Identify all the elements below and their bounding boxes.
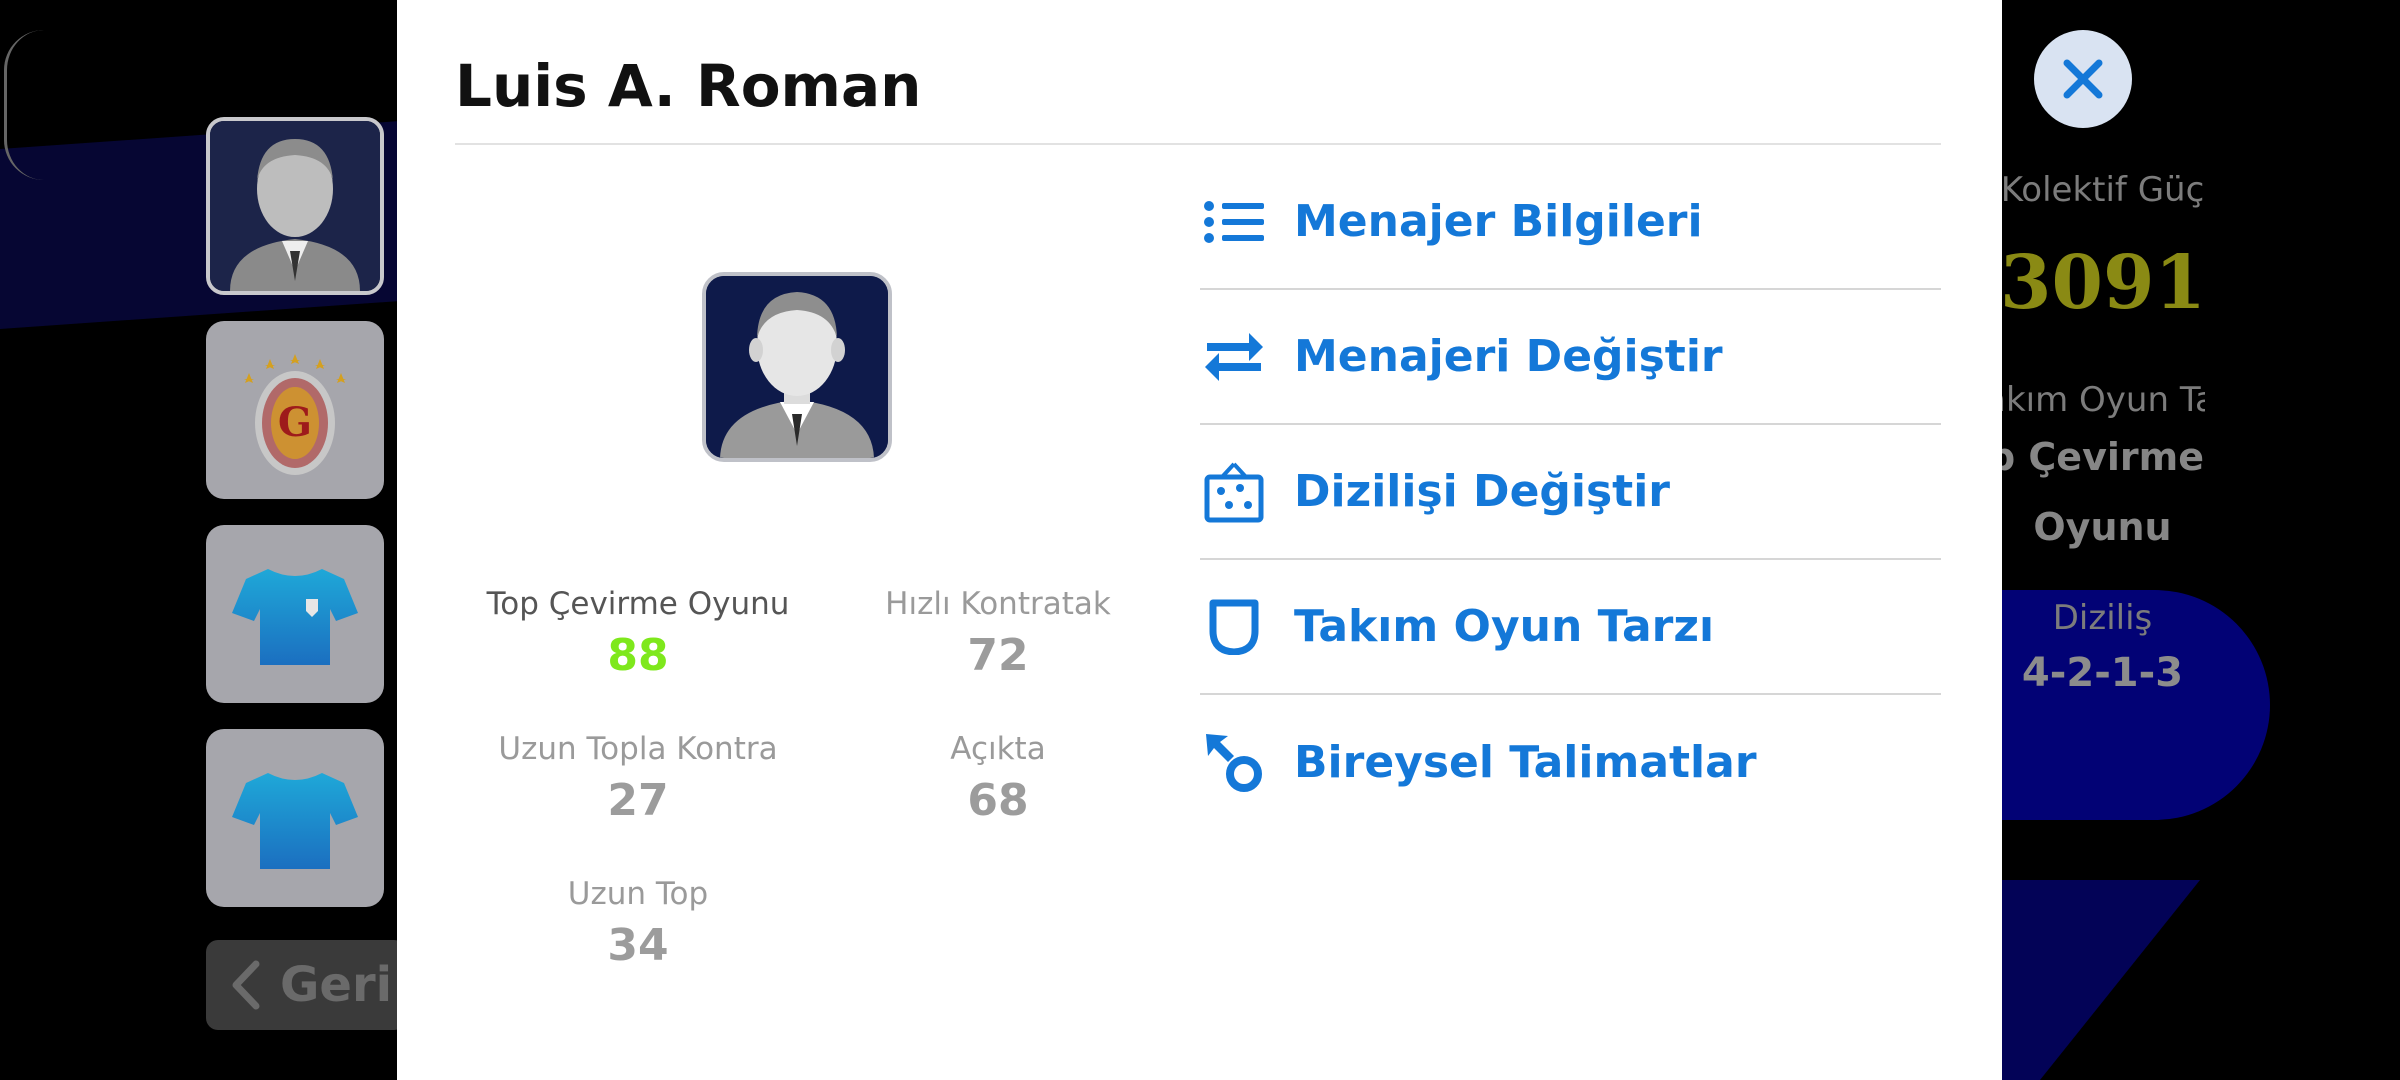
collective-power-label: Kolektif Güç	[2000, 170, 2205, 210]
stat-out-wide: Açıkta 68	[833, 731, 1163, 826]
chevron-left-icon	[232, 960, 260, 1010]
manager-name: Luis A. Roman	[455, 52, 922, 120]
menu-change-formation[interactable]: Dizilişi Değiştir	[1200, 425, 1941, 560]
stat-value: 68	[967, 775, 1029, 826]
manager-silhouette-icon	[210, 121, 380, 291]
team-style-label: Takım Oyun Tarzı	[2000, 380, 2205, 420]
formation-value: 4-2-1-3	[2021, 650, 2184, 696]
manager-modal: Luis A. Roman Top Çevirme Oyunu 88 Hızlı…	[397, 0, 2002, 1080]
menu-label: Dizilişi Değiştir	[1294, 466, 1670, 517]
menu-manager-info[interactable]: Menajer Bilgileri	[1200, 155, 1941, 290]
stat-label: Açıkta	[950, 731, 1046, 767]
menu-label: Takım Oyun Tarzı	[1294, 601, 1715, 652]
back-label: Geri	[280, 957, 393, 1013]
stat-quick-counter: Hızlı Kontratak 72	[833, 586, 1163, 681]
title-divider	[455, 143, 1941, 145]
shirt-icon	[232, 773, 358, 869]
stat-label: Uzun Topla Kontra	[498, 731, 778, 767]
stat-label: Uzun Top	[567, 876, 709, 912]
stat-label: Top Çevirme Oyunu	[486, 586, 790, 622]
svg-text:G: G	[278, 399, 312, 446]
team-style-value-line1: Top Çevirme	[2000, 435, 2204, 479]
stat-possession-game: Top Çevirme Oyunu 88	[473, 586, 803, 681]
formation-board-icon	[1202, 460, 1266, 524]
home-kit-card[interactable]	[206, 525, 384, 703]
list-icon	[1202, 190, 1266, 254]
stat-value: 88	[607, 630, 669, 681]
menu-label: Menajeri Değiştir	[1294, 331, 1723, 382]
menu-label: Bireysel Talimatlar	[1294, 737, 1757, 788]
menu-change-manager[interactable]: Menajeri Değiştir	[1200, 290, 1941, 425]
menu-team-playstyle[interactable]: Takım Oyun Tarzı	[1200, 560, 1941, 695]
menu-individual-instructions[interactable]: Bireysel Talimatlar	[1200, 695, 1941, 830]
stat-long-ball: Uzun Top 34	[473, 876, 803, 971]
stat-long-ball-counter: Uzun Topla Kontra 27	[473, 731, 803, 826]
close-button[interactable]	[2034, 30, 2132, 128]
menu-label: Menajer Bilgileri	[1294, 196, 1703, 247]
back-button[interactable]: Geri	[206, 940, 406, 1030]
formation-label: Diziliş	[2052, 598, 2153, 638]
background-curve	[4, 30, 47, 180]
stat-value: 72	[967, 630, 1029, 681]
swap-arrows-icon	[1202, 325, 1266, 389]
club-badge-card[interactable]: G	[206, 321, 384, 499]
collective-power-value: 3091	[2000, 240, 2205, 326]
manager-avatar	[702, 272, 892, 462]
stat-label: Hızlı Kontratak	[885, 586, 1111, 622]
away-kit-card[interactable]	[206, 729, 384, 907]
stat-value: 34	[607, 920, 669, 971]
shirt-icon	[232, 569, 358, 665]
shield-icon	[1202, 595, 1266, 659]
background-triangle	[2000, 880, 2200, 1080]
galatasaray-crest-icon: G	[244, 354, 346, 475]
manager-card[interactable]	[206, 117, 384, 295]
stat-value: 27	[607, 775, 669, 826]
close-icon	[2063, 59, 2103, 99]
team-style-value-line2: Oyunu	[2033, 505, 2172, 549]
manager-silhouette-icon	[706, 276, 888, 458]
player-instruction-icon	[1202, 731, 1266, 795]
